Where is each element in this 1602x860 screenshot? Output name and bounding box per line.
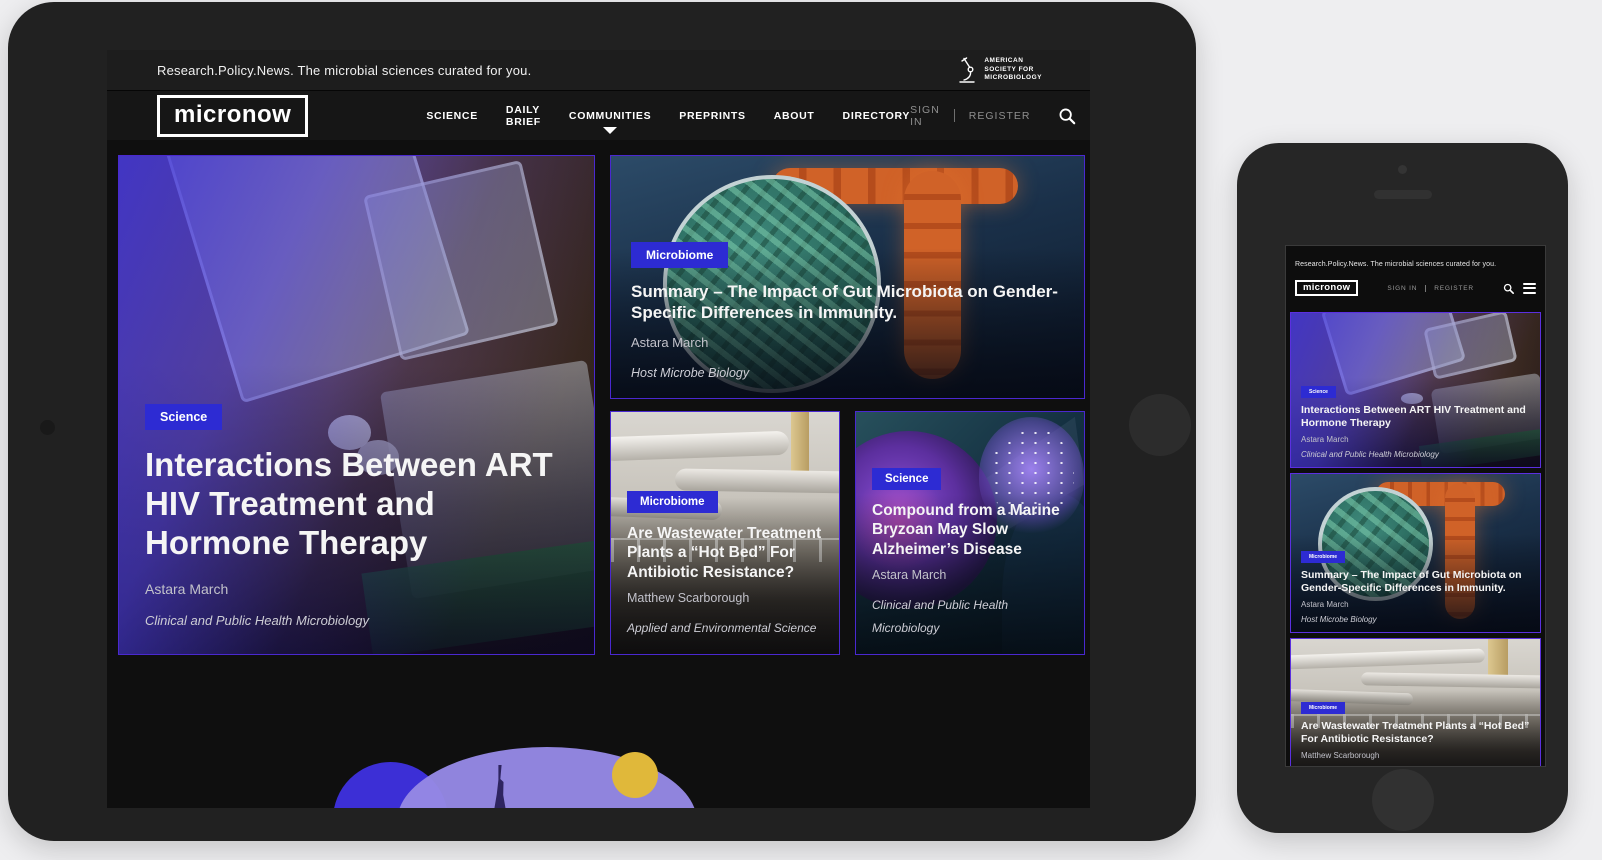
category-badge[interactable]: Science — [145, 404, 223, 431]
article-category: Clinical and Public Health Microbiology — [872, 598, 1009, 636]
article-body: Microbiome Are Wastewater Treatment Plan… — [1291, 701, 1540, 766]
register-link[interactable]: REGISTER — [1434, 285, 1474, 292]
article-author: Astara March — [1301, 600, 1349, 609]
search-icon[interactable] — [1503, 283, 1514, 294]
nav-item-science[interactable]: SCIENCE — [426, 110, 478, 122]
category-badge[interactable]: Microbiome — [627, 490, 718, 513]
auth-links: SIGN IN REGISTER — [910, 104, 1030, 128]
article-card-hero[interactable]: Science Interactions Between ART HIV Tre… — [1290, 312, 1541, 468]
nav-item-about[interactable]: ABOUT — [774, 110, 815, 122]
asm-line-3: MICROBIOLOGY — [984, 74, 1042, 82]
article-title[interactable]: Are Wastewater Treatment Plants a “Hot B… — [627, 524, 823, 583]
phone-camera — [1398, 165, 1407, 174]
site-logo[interactable]: micronow — [157, 94, 309, 137]
article-title[interactable]: Summary – The Impact of Gut Microbiota o… — [1301, 569, 1530, 595]
site-tagline: Research.Policy.News. The microbial scie… — [1295, 261, 1497, 268]
phone-site-topbar: Research.Policy.News. The microbial scie… — [1286, 246, 1545, 275]
nav-item-communities[interactable]: COMMUNITIES — [569, 110, 651, 134]
tablet-screen: Research.Policy.News. The microbial scie… — [107, 50, 1090, 808]
asm-logo-text: AMERICAN SOCIETY FOR MICROBIOLOGY — [984, 57, 1042, 83]
phone-navbar: micronow SIGN IN REGISTER — [1286, 275, 1545, 299]
article-body: Science Interactions Between ART HIV Tre… — [119, 404, 594, 654]
article-body: Science Compound from a Marine Bryzoan M… — [856, 467, 1084, 654]
site-topbar: Research.Policy.News. The microbial scie… — [107, 50, 1090, 90]
site-logo[interactable]: micronow — [1295, 280, 1359, 296]
article-body: Microbiome Are Wastewater Treatment Plan… — [611, 490, 839, 654]
article-category: Clinical and Public Health Microbiology — [1301, 450, 1439, 459]
article-category: Host Microbe Biology — [1301, 615, 1377, 624]
search-icon[interactable] — [1058, 107, 1076, 125]
microscope-icon — [959, 56, 976, 83]
article-title[interactable]: Interactions Between ART HIV Treatment a… — [1301, 404, 1530, 430]
article-card-gut-microbiota[interactable]: Microbiome Summary – The Impact of Gut M… — [1290, 473, 1541, 633]
category-badge[interactable]: Microbiome — [631, 241, 729, 268]
nav-item-daily-brief[interactable]: DAILY BRIEF — [506, 104, 541, 128]
article-title[interactable]: Are Wastewater Treatment Plants a “Hot B… — [1301, 720, 1530, 746]
article-category: Applied and Environmental Science — [627, 621, 817, 636]
nav-item-preprints[interactable]: PREPRINTS — [679, 110, 745, 122]
article-category: Host Microbe Biology — [631, 366, 750, 380]
footer-illustration-yellow-circle — [612, 752, 658, 798]
tablet-device-frame: Research.Policy.News. The microbial scie… — [8, 2, 1196, 841]
article-category: Clinical and Public Health Microbiology — [145, 613, 369, 628]
article-author: Astara March — [631, 335, 709, 350]
nav-item-directory[interactable]: DIRECTORY — [843, 110, 911, 122]
main-navbar: micronow SCIENCE DAILY BRIEF COMMUNITIES… — [107, 90, 1090, 140]
nav-links: SCIENCE DAILY BRIEF COMMUNITIES PREPRINT… — [426, 104, 911, 134]
article-card-gut-microbiota[interactable]: Microbiome Summary – The Impact of Gut M… — [610, 155, 1085, 399]
hamburger-menu-icon[interactable] — [1523, 282, 1536, 294]
tablet-home-button — [1129, 394, 1191, 456]
article-author: Matthew Scarborough — [1301, 751, 1380, 760]
category-badge[interactable]: Science — [872, 467, 942, 490]
article-author: Astara March — [1301, 435, 1349, 444]
register-link[interactable]: REGISTER — [969, 110, 1031, 122]
sign-in-link[interactable]: SIGN IN — [910, 104, 940, 128]
article-body: Microbiome Summary – The Impact of Gut M… — [611, 241, 1084, 399]
category-badge[interactable]: Microbiome — [1301, 701, 1346, 714]
article-title[interactable]: Summary – The Impact of Gut Microbiota o… — [631, 281, 1064, 325]
site-logo-text: micronow — [174, 100, 292, 128]
auth-links: SIGN IN REGISTER — [1387, 284, 1474, 292]
asm-logo: AMERICAN SOCIETY FOR MICROBIOLOGY — [957, 56, 1042, 84]
phone-speaker — [1374, 190, 1432, 199]
article-body: Microbiome Summary – The Impact of Gut M… — [1291, 550, 1540, 632]
article-title[interactable]: Interactions Between ART HIV Treatment a… — [145, 446, 568, 563]
article-card-hero[interactable]: Science Interactions Between ART HIV Tre… — [118, 155, 595, 655]
auth-divider — [954, 109, 955, 122]
asm-line-1: AMERICAN — [984, 56, 1024, 64]
asm-line-2: SOCIETY FOR — [984, 65, 1034, 73]
article-author: Astara March — [145, 581, 229, 597]
article-title[interactable]: Compound from a Marine Bryzoan May Slow … — [872, 501, 1068, 560]
tablet-camera — [40, 420, 55, 435]
article-author: Matthew Scarborough — [627, 591, 750, 606]
chevron-down-icon — [603, 126, 618, 134]
category-badge[interactable]: Science — [1301, 385, 1336, 398]
site-tagline: Research.Policy.News. The microbial scie… — [157, 62, 532, 78]
phone-device-frame: Research.Policy.News. The microbial scie… — [1237, 143, 1568, 833]
category-badge[interactable]: Microbiome — [1301, 550, 1346, 563]
sign-in-link[interactable]: SIGN IN — [1387, 285, 1417, 292]
article-body: Science Interactions Between ART HIV Tre… — [1291, 385, 1540, 467]
auth-divider — [1425, 284, 1427, 292]
article-grid: Science Interactions Between ART HIV Tre… — [107, 140, 1090, 808]
phone-screen: Research.Policy.News. The microbial scie… — [1286, 246, 1545, 766]
phone-home-button — [1372, 769, 1434, 831]
article-author: Astara March — [872, 568, 947, 583]
article-card-wastewater[interactable]: Microbiome Are Wastewater Treatment Plan… — [1290, 638, 1541, 766]
article-card-alzheimers[interactable]: Science Compound from a Marine Bryzoan M… — [855, 411, 1085, 655]
article-card-wastewater[interactable]: Microbiome Are Wastewater Treatment Plan… — [610, 411, 840, 655]
